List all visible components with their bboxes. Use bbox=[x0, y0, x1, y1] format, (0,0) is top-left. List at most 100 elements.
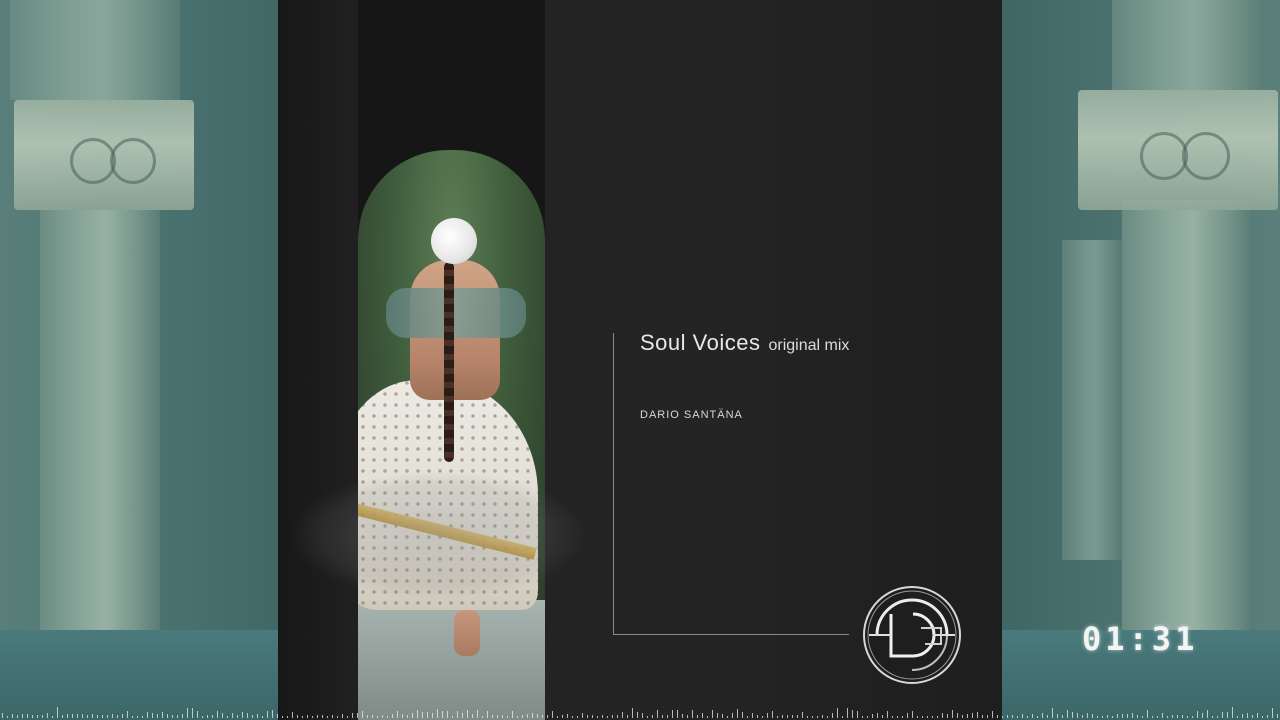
visualizer-bar bbox=[317, 715, 318, 718]
visualizer-bar bbox=[1147, 710, 1148, 718]
visualizer-bar bbox=[97, 715, 98, 718]
visualizer-bar bbox=[687, 715, 688, 718]
visualizer-bar bbox=[802, 712, 803, 718]
visualizer-bar bbox=[922, 716, 923, 718]
visualizer-bar bbox=[837, 708, 838, 718]
visualizer-bar bbox=[37, 715, 38, 718]
visualizer-bar bbox=[827, 716, 828, 718]
visualizer-bar bbox=[1182, 715, 1183, 718]
visualizer-bar bbox=[1257, 713, 1258, 718]
visualizer-bar bbox=[32, 715, 33, 718]
visualizer-bar bbox=[1032, 714, 1033, 718]
visualizer-bar bbox=[1057, 714, 1058, 718]
visualizer-bar bbox=[242, 712, 243, 718]
dancer-flower-bun bbox=[431, 218, 477, 264]
visualizer-bar bbox=[1012, 715, 1013, 718]
visualizer-bar bbox=[357, 713, 358, 718]
visualizer-bar bbox=[1027, 716, 1028, 718]
visualizer-bar bbox=[482, 716, 483, 718]
visualizer-bar bbox=[147, 712, 148, 718]
visualizer-bar bbox=[822, 715, 823, 718]
visualizer-bar bbox=[787, 715, 788, 718]
visualizer-bar bbox=[752, 713, 753, 718]
visualizer-bar bbox=[322, 715, 323, 718]
visualizer-bar bbox=[122, 714, 123, 718]
visualizer-bar bbox=[112, 714, 113, 718]
visualizer-bar bbox=[902, 716, 903, 718]
visualizer-bar bbox=[1017, 716, 1018, 718]
visualizer-bar bbox=[692, 710, 693, 718]
visualizer-bar bbox=[167, 714, 168, 718]
visualizer-bar bbox=[67, 714, 68, 718]
visualizer-bar bbox=[22, 714, 23, 718]
visualizer-bar bbox=[732, 713, 733, 718]
visualizer-bar bbox=[517, 716, 518, 718]
visualizer-bar bbox=[62, 715, 63, 718]
visualizer-bar bbox=[652, 715, 653, 718]
visualizer-bar bbox=[492, 715, 493, 718]
visualizer-bar bbox=[462, 713, 463, 718]
visualizer-bar bbox=[852, 710, 853, 718]
visualizer-bar bbox=[1262, 716, 1263, 718]
visualizer-bar bbox=[722, 714, 723, 718]
visualizer-bar bbox=[7, 716, 8, 718]
visualizer-bar bbox=[647, 716, 648, 718]
visualizer-bar bbox=[777, 716, 778, 718]
visualizer-bar bbox=[77, 714, 78, 718]
visualizer-bar bbox=[507, 716, 508, 718]
visualizer-bar bbox=[1212, 716, 1213, 718]
visualizer-bar bbox=[87, 715, 88, 718]
visualizer-bar bbox=[367, 715, 368, 718]
visualizer-bar bbox=[192, 708, 193, 718]
visualizer-bar bbox=[642, 713, 643, 718]
visualizer-bar bbox=[402, 714, 403, 718]
visualizer-bar bbox=[632, 708, 633, 718]
visualizer-bar bbox=[842, 716, 843, 718]
visualizer-bar bbox=[987, 715, 988, 718]
visualizer-bar bbox=[1152, 716, 1153, 718]
visualizer-bar bbox=[157, 714, 158, 718]
visualizer-bar bbox=[1172, 715, 1173, 718]
visualizer-bar bbox=[592, 715, 593, 718]
visualizer-bar bbox=[207, 715, 208, 718]
visualizer-bar bbox=[682, 714, 683, 718]
visualizer-bar bbox=[812, 716, 813, 718]
capital-scroll bbox=[1182, 132, 1230, 180]
visualizer-bar bbox=[362, 711, 363, 718]
dancer-foot bbox=[454, 610, 480, 656]
visualizer-bar bbox=[677, 710, 678, 718]
visualizer-bar bbox=[292, 712, 293, 718]
visualizer-bar bbox=[257, 714, 258, 718]
visualizer-bar bbox=[1127, 714, 1128, 718]
visualizer-bar bbox=[1177, 715, 1178, 718]
visualizer-bar bbox=[82, 714, 83, 718]
visualizer-bar bbox=[997, 715, 998, 718]
visualizer-bar bbox=[877, 713, 878, 718]
visualizer-bar bbox=[302, 716, 303, 718]
visualizer-bar bbox=[72, 714, 73, 718]
visualizer-bar bbox=[237, 715, 238, 718]
visualizer-bar bbox=[427, 712, 428, 718]
visualizer-bar bbox=[567, 714, 568, 718]
panel-shadow bbox=[278, 0, 358, 720]
visualizer-bar bbox=[527, 714, 528, 718]
visualizer-bar bbox=[1002, 716, 1003, 718]
visualizer-bar bbox=[1187, 716, 1188, 718]
visualizer-bar bbox=[327, 716, 328, 718]
visualizer-bar bbox=[717, 713, 718, 718]
visualizer-bar bbox=[957, 713, 958, 718]
visualizer-bar bbox=[197, 711, 198, 718]
visualizer-bar bbox=[382, 715, 383, 718]
visualizer-bar bbox=[1037, 716, 1038, 718]
visualizer-bar bbox=[262, 716, 263, 718]
visualizer-bar bbox=[1242, 714, 1243, 718]
visualizer-bar bbox=[537, 714, 538, 718]
visualizer-bar bbox=[662, 715, 663, 718]
visualizer-bar bbox=[912, 711, 913, 718]
visualizer-bar bbox=[1202, 713, 1203, 718]
visualizer-bar bbox=[522, 715, 523, 718]
visualizer-bar bbox=[552, 711, 553, 718]
visualizer-bar bbox=[807, 716, 808, 718]
visualizer-bar bbox=[702, 713, 703, 718]
visualizer-bar bbox=[587, 715, 588, 718]
